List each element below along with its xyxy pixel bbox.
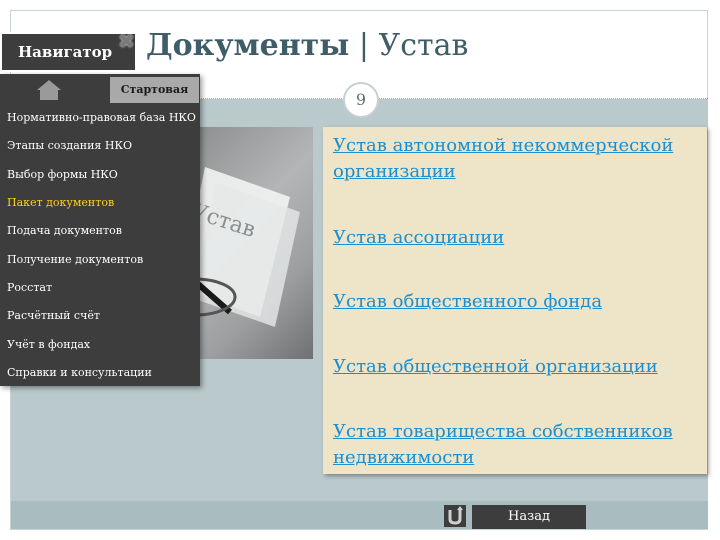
title-main: Документы	[146, 28, 350, 63]
start-button[interactable]: Стартовая	[110, 77, 199, 103]
navigator-menu: Стартовая Нормативно-правовая база НКО Э…	[0, 74, 200, 386]
title-separator: |	[358, 28, 369, 63]
return-icon[interactable]	[444, 505, 466, 527]
link-hoa-charter[interactable]: Устав товарищества собственников недвижи…	[333, 419, 705, 471]
menu-item-rosstat[interactable]: Росстат	[7, 281, 52, 294]
page-title: Документы | Устав	[146, 28, 468, 63]
link-anno-charter[interactable]: Устав автономной некоммерческой организа…	[333, 133, 705, 185]
footer-bar	[11, 501, 708, 529]
close-icon[interactable]: ✖	[118, 31, 138, 51]
link-public-org-charter[interactable]: Устав общественной организации	[333, 354, 705, 380]
menu-item-creation-stages[interactable]: Этапы создания НКО	[7, 139, 132, 152]
navigator-tab-label: Навигатор	[18, 43, 113, 61]
menu-item-receipt[interactable]: Получение документов	[7, 253, 143, 266]
menu-item-submission[interactable]: Подача документов	[7, 224, 122, 237]
menu-item-form-choice[interactable]: Выбор формы НКО	[7, 168, 118, 181]
document-photo: Устав	[200, 127, 313, 359]
link-association-charter[interactable]: Устав ассоциации	[333, 225, 705, 251]
back-button[interactable]: Назад	[472, 505, 586, 529]
links-panel: Устав автономной некоммерческой организа…	[323, 127, 707, 474]
title-subtitle: Устав	[378, 28, 469, 63]
menu-item-consultations[interactable]: Справки и консультации	[7, 366, 152, 379]
link-public-fund-charter[interactable]: Устав общественного фонда	[333, 289, 705, 315]
navigator-tab[interactable]: Навигатор	[0, 32, 137, 72]
home-icon[interactable]	[36, 79, 62, 101]
menu-item-legal-base[interactable]: Нормативно-правовая база НКО	[7, 111, 196, 124]
menu-item-bank-account[interactable]: Расчётный счёт	[7, 309, 100, 322]
page-number: 9	[343, 82, 379, 118]
menu-item-documents-package[interactable]: Пакет документов	[7, 196, 114, 209]
menu-item-funds-registration[interactable]: Учёт в фондах	[7, 338, 90, 351]
